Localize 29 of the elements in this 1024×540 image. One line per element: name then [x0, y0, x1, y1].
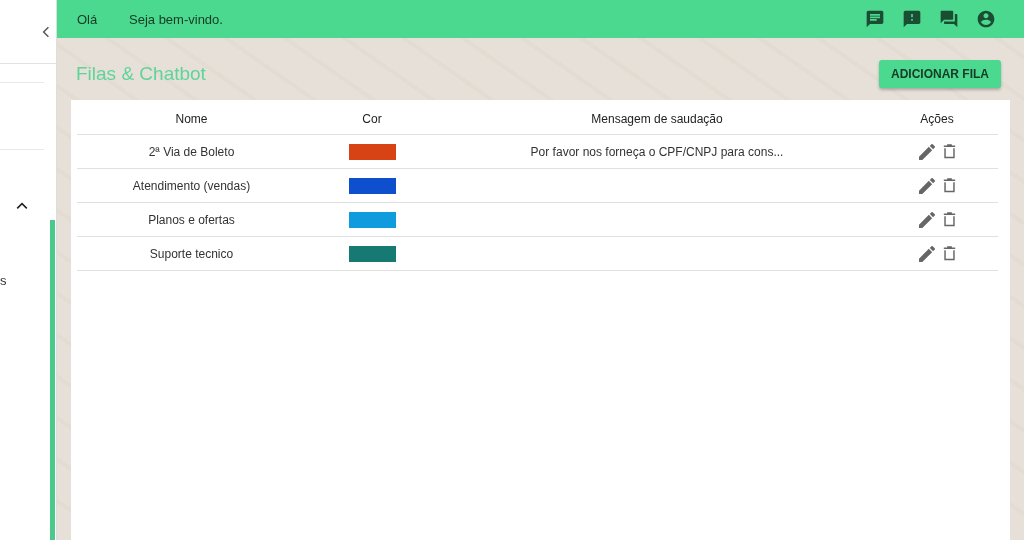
table-cell-text: 2ª Via de Boleto [147, 144, 236, 159]
scrollbar[interactable] [50, 220, 55, 540]
message-icon[interactable] [865, 9, 885, 29]
menu-item-label: s [0, 273, 7, 288]
chat-icon[interactable] [939, 9, 959, 29]
page-title: Filas & Chatbot [76, 63, 206, 85]
delete-icon[interactable] [942, 246, 956, 261]
column-header: Cor [361, 112, 383, 126]
table-cell-text: Atendimento (vendas) [131, 178, 252, 193]
edit-icon[interactable] [918, 245, 935, 262]
alert-message-icon[interactable] [902, 9, 922, 29]
edit-icon[interactable] [918, 177, 935, 194]
column-header: Ações [919, 112, 955, 126]
greeting-text: Olá [77, 11, 99, 27]
add-queue-button[interactable]: ADICIONAR FILA [879, 60, 1001, 88]
delete-icon[interactable] [942, 178, 956, 193]
column-header: Mensagem de saudação [590, 112, 724, 126]
table-cell-text: Suporte tecnico [148, 246, 235, 261]
delete-icon[interactable] [942, 144, 956, 159]
delete-icon[interactable] [942, 212, 956, 227]
edit-icon[interactable] [918, 211, 935, 228]
account-icon[interactable] [976, 9, 996, 29]
table-cell: Por favor nos forneça o CPF/CNPJ para cons... [530, 144, 784, 159]
column-header: Nome [174, 112, 209, 126]
chevron-left-icon[interactable] [42, 25, 50, 38]
chevron-up-icon[interactable] [16, 202, 28, 210]
welcome-text: Seja bem-vindo. [129, 11, 223, 27]
edit-icon[interactable] [918, 143, 935, 160]
table-cell-text: Planos e ofertas [147, 212, 236, 227]
